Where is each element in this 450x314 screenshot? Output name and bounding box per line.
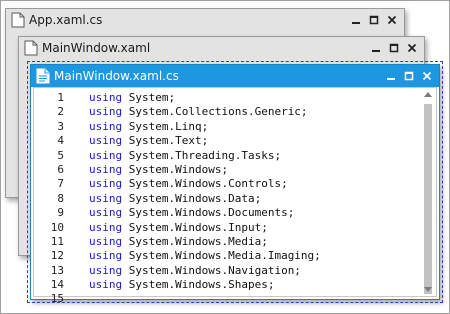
- code-text: using System.Text;: [89, 134, 208, 148]
- code-text: using System.Threading.Tasks;: [89, 149, 281, 163]
- code-text: using System.Windows.Controls;: [89, 177, 288, 191]
- code-line[interactable]: 9 using System.Windows.Documents;: [34, 206, 420, 220]
- keyword: using: [89, 206, 123, 220]
- code-line[interactable]: 14 using System.Windows.Shapes;: [34, 278, 420, 292]
- code-text: using System.Windows.Media;: [89, 235, 268, 249]
- keyword: using: [89, 91, 123, 104]
- code-line[interactable]: 11 using System.Windows.Media;: [34, 235, 420, 249]
- line-number: 7: [57, 177, 64, 191]
- line-number: 2: [57, 105, 64, 119]
- maximize-icon[interactable]: [386, 40, 402, 56]
- code-rest: System.Windows.Documents;: [122, 206, 295, 220]
- close-icon[interactable]: [419, 68, 435, 84]
- code-text: using System.Windows.Input;: [89, 221, 268, 235]
- window-title: MainWindow.xaml.cs: [54, 69, 179, 83]
- code-line[interactable]: 12 using System.Windows.Media.Imaging;: [34, 249, 420, 263]
- code-line[interactable]: 6 using System.Windows;: [34, 163, 420, 177]
- minimize-icon[interactable]: [368, 40, 384, 56]
- line-number: 9: [57, 206, 64, 220]
- window-titlebar[interactable]: MainWindow.xaml: [19, 37, 424, 59]
- code-text: using System.Windows.Navigation;: [89, 264, 301, 278]
- code-text: using System.Windows.Shapes;: [89, 278, 274, 292]
- code-line[interactable]: 3 using System.Linq;: [34, 120, 420, 134]
- scroll-up-icon[interactable]: [424, 92, 432, 97]
- window-title: App.xaml.cs: [29, 13, 103, 27]
- line-number: 15: [50, 292, 64, 306]
- code-text: using System.Windows;: [89, 163, 228, 177]
- keyword: using: [89, 119, 123, 133]
- code-text: using System.Windows.Data;: [89, 192, 261, 206]
- scroll-down-icon[interactable]: [424, 287, 432, 292]
- code-line[interactable]: 5 using System.Threading.Tasks;: [34, 149, 420, 163]
- document-window-mainwindow-xaml-cs[interactable]: MainWindow.xaml.cs 1 using System; 2 using…: [27, 61, 443, 305]
- code-rest: System.Windows.Media;: [122, 234, 268, 248]
- code-text: using System.Collections.Generic;: [89, 105, 308, 119]
- line-number: 12: [50, 249, 64, 263]
- keyword: using: [89, 162, 123, 176]
- document-icon: [36, 68, 50, 84]
- line-number: 11: [50, 234, 64, 248]
- code-rest: System.Windows.Shapes;: [122, 278, 275, 292]
- code-line[interactable]: 13 using System.Windows.Navigation;: [34, 264, 420, 278]
- keyword: using: [89, 249, 123, 263]
- keyword: using: [89, 220, 123, 234]
- minimize-icon[interactable]: [348, 12, 364, 28]
- close-icon[interactable]: [404, 40, 420, 56]
- code-rest: System.Windows.Navigation;: [122, 263, 301, 277]
- code-editor[interactable]: 1 using System; 2 using System.Collections…: [33, 87, 437, 305]
- keyword: using: [89, 134, 123, 148]
- line-number: 14: [50, 278, 64, 292]
- window-titlebar[interactable]: MainWindow.xaml.cs: [31, 65, 439, 87]
- code-line[interactable]: 8 using System.Windows.Data;: [34, 192, 420, 206]
- line-number: 6: [57, 162, 64, 176]
- code-text: using System;: [89, 91, 175, 105]
- line-number: 5: [57, 148, 64, 162]
- keyword: using: [89, 191, 123, 205]
- keyword: using: [89, 148, 123, 162]
- code-line[interactable]: 4 using System.Text;: [34, 134, 420, 148]
- code-rest: System;: [122, 91, 176, 104]
- code-text: using System.Windows.Documents;: [89, 206, 294, 220]
- keyword: using: [89, 105, 123, 119]
- code-text: using System.Linq;: [89, 120, 208, 134]
- line-number: 10: [50, 220, 64, 234]
- line-number: 4: [57, 134, 64, 148]
- keyword: using: [89, 263, 123, 277]
- code-line[interactable]: 15: [34, 292, 420, 306]
- code-rest: System.Windows.Controls;: [122, 177, 288, 191]
- window-title: MainWindow.xaml: [42, 41, 151, 55]
- code-rest: System.Linq;: [122, 119, 209, 133]
- document-icon: [11, 12, 25, 28]
- line-number: 8: [57, 191, 64, 205]
- code-lines: 1 using System; 2 using System.Collections…: [34, 91, 420, 307]
- code-text: using System.Windows.Media.Imaging;: [89, 249, 321, 263]
- keyword: using: [89, 234, 123, 248]
- close-icon[interactable]: [384, 12, 400, 28]
- maximize-icon[interactable]: [366, 12, 382, 28]
- code-rest: System.Threading.Tasks;: [122, 148, 282, 162]
- code-line[interactable]: 1 using System;: [34, 91, 420, 105]
- window-titlebar[interactable]: App.xaml.cs: [6, 9, 404, 31]
- line-number: 1: [57, 91, 64, 104]
- code-line[interactable]: 10 using System.Windows.Input;: [34, 221, 420, 235]
- vertical-scrollbar[interactable]: [421, 90, 435, 294]
- minimize-icon[interactable]: [383, 68, 399, 84]
- code-rest: System.Windows.Media.Imaging;: [122, 249, 321, 263]
- code-rest: System.Text;: [122, 134, 209, 148]
- line-number: 3: [57, 119, 64, 133]
- code-rest: System.Windows;: [122, 162, 229, 176]
- code-line[interactable]: 7 using System.Windows.Controls;: [34, 177, 420, 191]
- code-line[interactable]: 2 using System.Collections.Generic;: [34, 105, 420, 119]
- scrollbar-thumb[interactable]: [424, 104, 432, 294]
- keyword: using: [89, 278, 123, 292]
- code-rest: System.Collections.Generic;: [122, 105, 308, 119]
- line-number: 13: [50, 263, 64, 277]
- code-rest: System.Windows.Input;: [122, 220, 268, 234]
- code-rest: System.Windows.Data;: [122, 191, 262, 205]
- keyword: using: [89, 177, 123, 191]
- maximize-icon[interactable]: [401, 68, 417, 84]
- document-icon: [24, 40, 38, 56]
